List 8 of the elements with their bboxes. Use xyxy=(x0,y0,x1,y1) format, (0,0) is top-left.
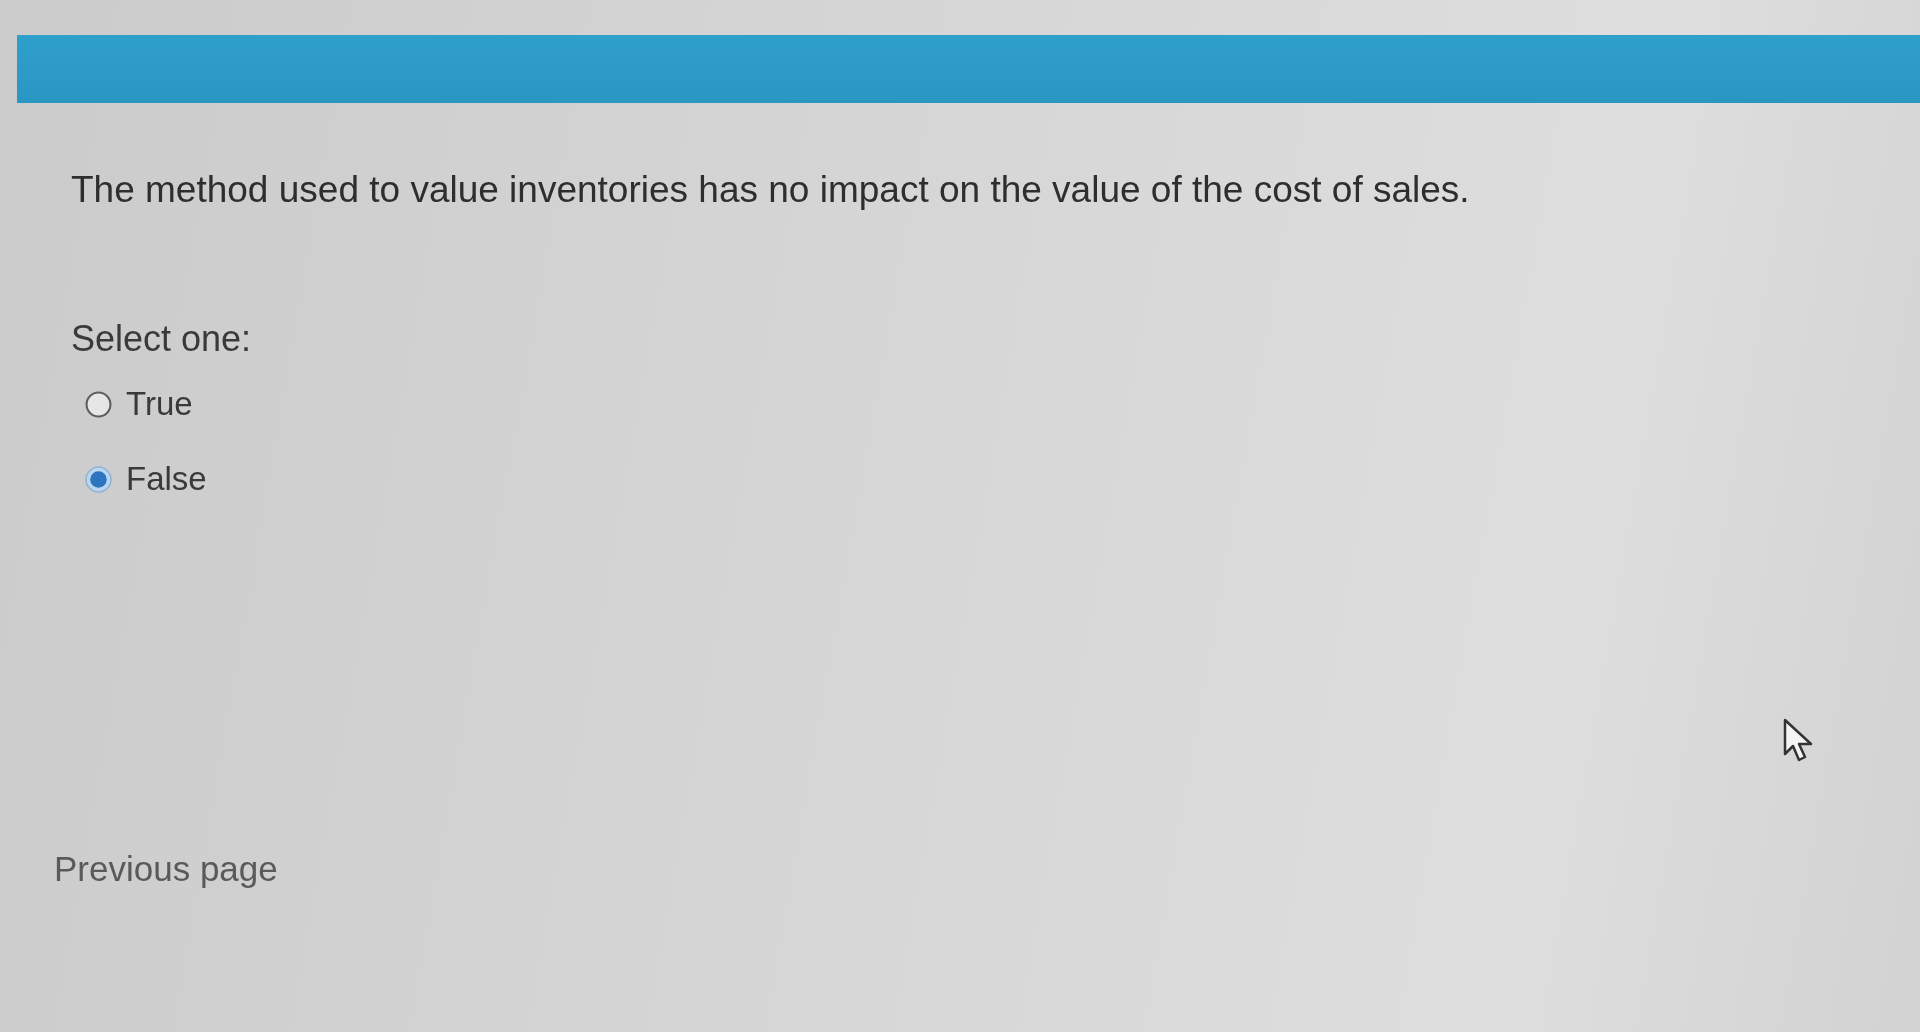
option-label[interactable]: False xyxy=(126,460,207,498)
radio-button[interactable] xyxy=(85,390,112,418)
previous-page-link[interactable]: Previous page xyxy=(54,848,278,890)
question-text: The method used to value inventories has no impact on the value of the cost of sales. xyxy=(71,168,1470,212)
mouse-pointer-icon xyxy=(1783,718,1815,762)
radio-button[interactable] xyxy=(85,465,112,493)
option-label[interactable]: True xyxy=(126,385,193,423)
select-prompt: Select one: xyxy=(71,318,252,360)
